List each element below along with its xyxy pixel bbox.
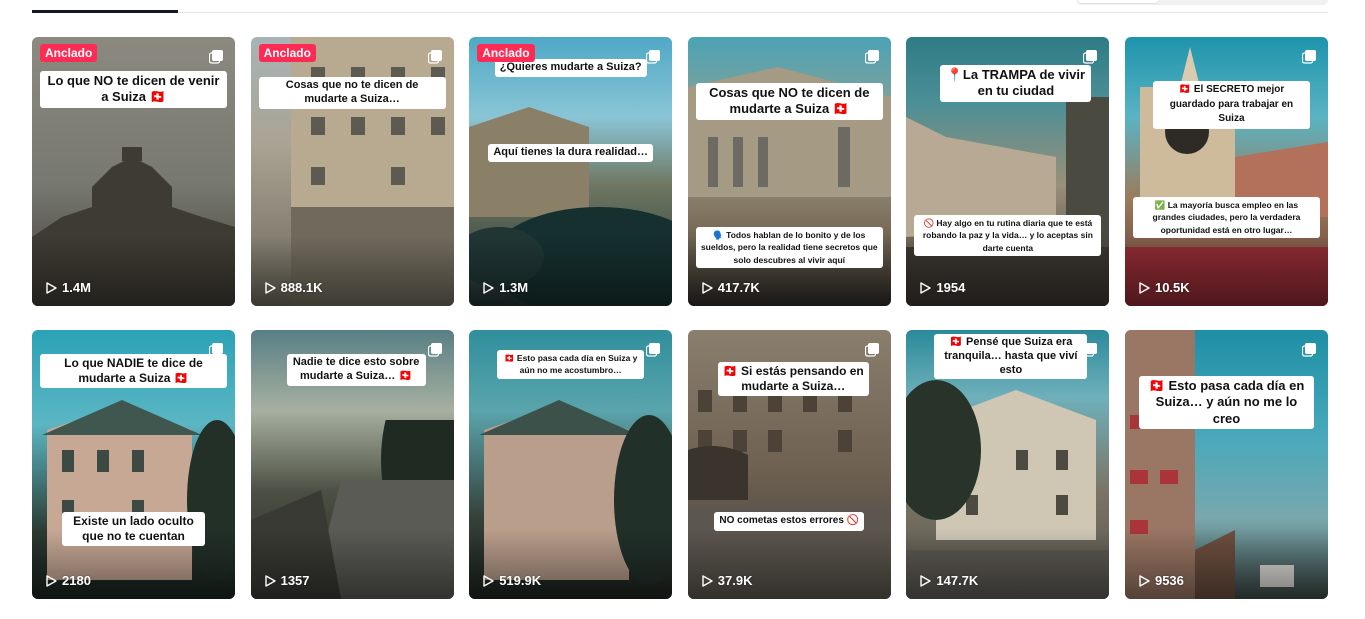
play-icon	[483, 281, 494, 294]
video-caption-secondary: ✅ La mayoría busca empleo en las grandes…	[1132, 197, 1320, 238]
thumbnail-shade	[250, 529, 454, 599]
view-count: 888.1K	[264, 280, 323, 295]
view-count: 1954	[920, 280, 965, 295]
video-card[interactable]: 🇨🇭 Si estás pensando en mudarte a Suiza……	[687, 330, 891, 599]
video-card[interactable]: 🇨🇭 Pensé que Suiza era tranquila… hasta …	[906, 330, 1110, 599]
view-count: 417.7K	[702, 280, 760, 295]
play-icon	[483, 574, 494, 587]
view-toggle[interactable]	[1076, 0, 1328, 5]
view-count: 2180	[46, 573, 91, 588]
thumbnail-shade	[32, 236, 235, 306]
building-silhouette	[687, 67, 891, 197]
video-caption-secondary: Existe un lado oculto que no te cuentan	[62, 512, 205, 546]
thumbnail-shade	[250, 236, 454, 306]
thumbnail-shade	[1124, 529, 1328, 599]
carousel-icon	[864, 50, 879, 64]
video-caption: 🇨🇭 Esto pasa cada día en Suiza… y aún no…	[1138, 376, 1314, 429]
play-icon	[920, 574, 932, 587]
view-count: 147.7K	[920, 573, 978, 588]
view-count: 1357	[264, 573, 310, 588]
view-count: 9536	[1139, 573, 1184, 588]
carousel-icon	[427, 50, 442, 64]
view-count: 10.5K	[1139, 280, 1190, 295]
play-icon	[920, 281, 932, 294]
view-count: 1.4M	[46, 280, 91, 295]
video-card[interactable]: Cosas que NO te dicen de mudarte a Suiza…	[687, 37, 891, 306]
video-caption-secondary: 🚫 Hay algo en tu rutina diaria que te es…	[914, 215, 1102, 256]
play-icon	[46, 574, 57, 587]
thumbnail-shade	[469, 236, 673, 306]
carousel-icon	[209, 343, 223, 357]
play-icon	[702, 281, 713, 294]
carousel-icon	[1083, 343, 1098, 357]
video-caption: Cosas que no te dicen de mudarte a Suiza…	[258, 77, 446, 109]
carousel-icon	[1083, 50, 1098, 64]
video-grid: Anclado Lo que NO te dicen de venir a Su…	[32, 37, 1328, 599]
view-count: 519.9K	[483, 573, 541, 588]
video-caption: Lo que NO te dicen de venir a Suiza 🇨🇭	[40, 71, 227, 108]
play-icon	[1139, 574, 1150, 587]
carousel-icon	[1301, 343, 1316, 357]
video-caption: 🇨🇭 Pensé que Suiza era tranquila… hasta …	[934, 334, 1088, 380]
video-caption-secondary: Aquí tienes la dura realidad…	[477, 144, 664, 162]
video-card[interactable]: Anclado Lo que NO te dicen de venir a Su…	[32, 37, 235, 306]
carousel-icon	[427, 343, 442, 357]
video-card[interactable]: 🇨🇭 Esto pasa cada día en Suiza… y aún no…	[1124, 330, 1328, 599]
pinned-badge: Anclado	[40, 44, 98, 62]
toggle-segment-active[interactable]	[1078, 0, 1158, 3]
tab-videos-indicator[interactable]	[32, 10, 178, 13]
play-icon	[702, 574, 713, 587]
video-caption: 🇨🇭 Si estás pensando en mudarte a Suiza…	[717, 362, 869, 396]
video-card[interactable]: Anclado ¿Quieres mudarte a Suiza? Aquí t…	[469, 37, 673, 306]
video-card[interactable]: 🇨🇭 El SECRETO mejor guardado para trabaj…	[1124, 37, 1328, 306]
video-caption: Nadie te dice esto sobre mudarte a Suiza…	[286, 354, 426, 386]
play-icon	[264, 281, 276, 294]
video-caption: Cosas que NO te dicen de mudarte a Suiza…	[695, 83, 883, 120]
thumbnail-shade	[1124, 236, 1328, 306]
video-caption: 🇨🇭 El SECRETO mejor guardado para trabaj…	[1152, 81, 1310, 129]
video-caption-secondary: NO cometas estos errores 🚫	[696, 512, 883, 531]
carousel-icon	[1301, 50, 1316, 64]
video-card[interactable]: Anclado Cosas que no te dicen de mudarte…	[250, 37, 454, 306]
video-card[interactable]: 📍La TRAMPA de vivir en tu ciudad 🚫 Hay a…	[906, 37, 1110, 306]
thumbnail-shade	[469, 529, 673, 599]
video-caption-secondary: 🗣️ Todos hablan de lo bonito y de los su…	[695, 227, 883, 268]
video-caption: 📍La TRAMPA de vivir en tu ciudad	[940, 65, 1092, 102]
carousel-icon	[864, 343, 879, 357]
thumbnail-shade	[687, 529, 891, 599]
thumbnail-shade	[906, 529, 1110, 599]
carousel-icon	[646, 50, 661, 64]
pinned-badge: Anclado	[258, 44, 316, 62]
play-icon	[1139, 281, 1150, 294]
play-icon	[264, 574, 276, 587]
view-count: 1.3M	[483, 280, 528, 295]
video-caption: 🇨🇭 Esto pasa cada día en Suiza y aún no …	[497, 350, 645, 379]
carousel-icon	[209, 50, 223, 64]
tabs-divider	[32, 12, 1328, 13]
play-icon	[46, 281, 57, 294]
video-card[interactable]: Nadie te dice esto sobre mudarte a Suiza…	[250, 330, 454, 599]
carousel-icon	[646, 343, 661, 357]
pinned-badge: Anclado	[477, 44, 535, 62]
video-card[interactable]: 🇨🇭 Esto pasa cada día en Suiza y aún no …	[469, 330, 673, 599]
view-count: 37.9K	[702, 573, 752, 588]
video-card[interactable]: Lo que NADIE te dice de mudarte a Suiza …	[32, 330, 235, 599]
video-caption: Lo que NADIE te dice de mudarte a Suiza …	[40, 354, 227, 388]
